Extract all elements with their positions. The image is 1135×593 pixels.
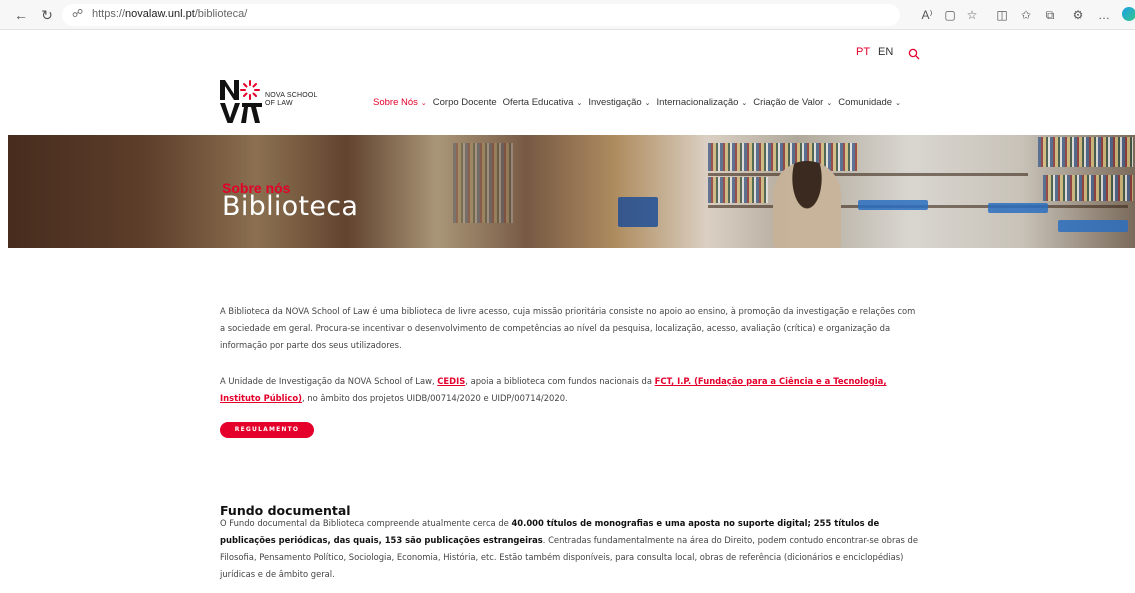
nav-label: Comunidade <box>838 97 893 108</box>
search-icon[interactable] <box>908 48 920 60</box>
url-domain: novalaw.unl.pt <box>125 8 195 20</box>
fundo-documental-paragraph: O Fundo documental da Biblioteca compree… <box>220 515 920 583</box>
nav-investigacao[interactable]: Investigação ⌄ <box>588 97 650 108</box>
url-path: /biblioteca/ <box>194 8 248 20</box>
copilot-icon[interactable] <box>1122 7 1135 21</box>
reload-icon[interactable]: ↻ <box>38 6 56 24</box>
split-screen-icon[interactable]: ◫ <box>994 7 1010 23</box>
logo-line-1: NOVA SCHOOL <box>265 92 318 99</box>
collections-icon[interactable]: ⧉ <box>1042 7 1058 23</box>
nav-comunidade[interactable]: Comunidade ⌄ <box>838 97 901 108</box>
nav-corpo-docente[interactable]: Corpo Docente <box>433 97 497 108</box>
regulamento-button[interactable]: REGULAMENTO <box>220 422 314 438</box>
chevron-down-icon: ⌄ <box>420 100 427 107</box>
chevron-down-icon: ⌄ <box>826 100 833 107</box>
chevron-down-icon: ⌄ <box>895 100 901 107</box>
funding-text-2: , apoia a biblioteca com fundos nacionai… <box>465 376 655 386</box>
back-arrow-icon[interactable]: ← <box>12 6 30 24</box>
favorite-star-icon[interactable]: ☆ <box>964 7 980 23</box>
immersive-reader-icon[interactable]: ▢ <box>942 7 958 23</box>
browser-toolbar: ← ↻ ☍ https://novalaw.unl.pt/biblioteca/… <box>0 0 1135 30</box>
lock-icon: ☍ <box>72 8 84 20</box>
cedis-link[interactable]: CEDIS <box>437 376 465 386</box>
site-logo[interactable]: NOVA SCHOOL OF LAW <box>220 78 330 124</box>
extensions-icon[interactable]: ⚙ <box>1070 7 1086 23</box>
nav-sobre-nos[interactable]: Sobre Nós ⌄ <box>373 97 427 108</box>
logo-wordmark: NOVA SCHOOL OF LAW <box>265 92 318 108</box>
fundo-text-1: O Fundo documental da Biblioteca compree… <box>220 518 512 528</box>
read-aloud-icon[interactable]: A⁾ <box>919 7 935 23</box>
chevron-down-icon: ⌄ <box>576 100 583 107</box>
favorites-icon[interactable]: ✩ <box>1018 7 1034 23</box>
nova-logo-mark-icon <box>220 80 262 123</box>
lang-pt[interactable]: PT <box>856 46 870 58</box>
nav-label: Oferta Educativa <box>502 97 574 108</box>
nav-label: Criação de Valor <box>753 97 824 108</box>
nav-label: Investigação <box>588 97 642 108</box>
nav-label: Sobre Nós <box>373 97 418 108</box>
page-title: Biblioteca <box>222 191 359 222</box>
chevron-down-icon: ⌄ <box>741 100 748 107</box>
more-icon[interactable]: … <box>1096 7 1112 23</box>
hero-shade <box>8 135 1135 248</box>
logo-line-2: OF LAW <box>265 100 293 107</box>
main-nav: Sobre Nós ⌄ Corpo Docente Oferta Educativ… <box>373 97 907 108</box>
nav-oferta-educativa[interactable]: Oferta Educativa ⌄ <box>503 97 583 108</box>
nav-internacionalizacao[interactable]: Internacionalização ⌄ <box>657 97 748 108</box>
funding-text-3: , no âmbito dos projetos UIDB/00714/2020… <box>301 393 568 403</box>
chevron-down-icon: ⌄ <box>644 100 651 107</box>
lang-en[interactable]: EN <box>878 46 893 58</box>
intro-paragraph: A Biblioteca da NOVA School of Law é uma… <box>220 306 916 350</box>
funding-paragraph: A Unidade de Investigação da NOVA School… <box>220 373 920 407</box>
nav-criacao-de-valor[interactable]: Criação de Valor ⌄ <box>753 97 832 108</box>
url-prefix: https:// <box>92 8 126 20</box>
url-text[interactable]: https://novalaw.unl.pt/biblioteca/ <box>92 8 247 20</box>
nav-label: Corpo Docente <box>432 97 497 108</box>
funding-text-1: A Unidade de Investigação da NOVA School… <box>220 376 438 386</box>
address-bar[interactable]: ☍ https://novalaw.unl.pt/biblioteca/ <box>62 4 900 26</box>
nav-label: Internacionalização <box>656 97 739 108</box>
hero-banner-image <box>8 135 1135 248</box>
